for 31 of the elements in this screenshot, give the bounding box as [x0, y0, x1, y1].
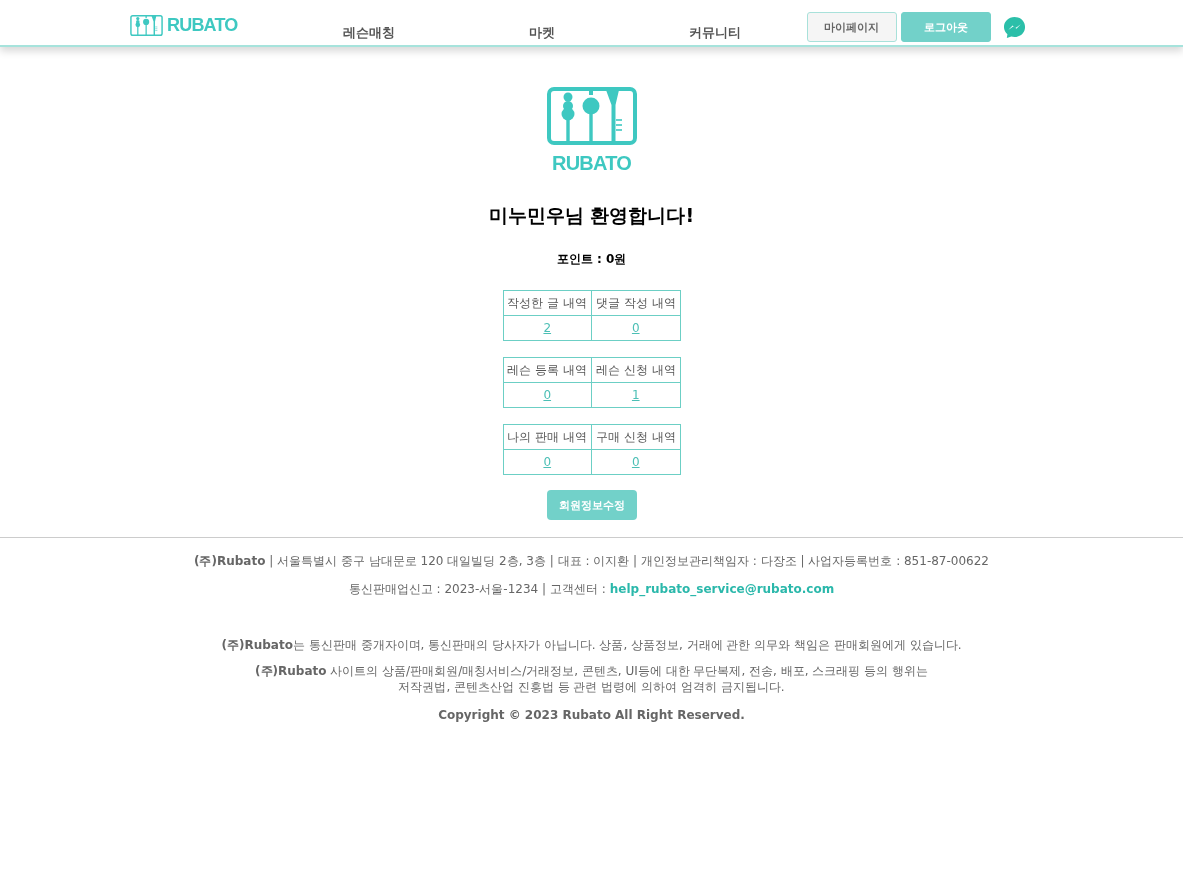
nav-link[interactable]: 마켓 — [455, 25, 629, 41]
copyright-text: Copyright © 2023 Rubato All Right Reserved. — [437, 707, 746, 724]
table-header-cell: 나의 판매 내역 — [503, 424, 592, 450]
logo-text: RUBATO — [167, 15, 238, 35]
notice-text: (주)Rubato는 통신판매 중개자이며, 통신판매의 당사자가 아닙니다. 상품, 상품정보, 거래에 관한 의무와 책임은 판매회원에게 있습니다. — [220, 637, 963, 653]
count-link[interactable]: 1 — [631, 388, 640, 402]
logout-button[interactable]: 로그아웃 — [900, 12, 991, 42]
notice-text: (주)Rubato 사이트의 상품/판매회원/매칭서비스/거래정보, 콘텐츠, UI등에 대한 무단복제, 전송, 배포, 스크래핑 등의 행위는 저작권법, 콘텐츠산업 진흥법 등 관련 법령에 의하여 엄격히 금지됩니다. — [254, 663, 929, 695]
logo-text: RUBATO — [552, 152, 631, 174]
count-link[interactable]: 0 — [631, 321, 640, 335]
table-header-cell: 레슨 신청 내역 — [591, 357, 680, 383]
mypage-button[interactable]: 마이페이지 — [806, 12, 897, 42]
count-link[interactable]: 0 — [543, 455, 552, 469]
edit-profile-button[interactable]: 회원정보수정 — [546, 490, 637, 520]
chat-bubble-icon[interactable] — [1002, 15, 1026, 39]
table-header-cell: 작성한 글 내역 — [503, 290, 592, 316]
logo-icon — [546, 87, 637, 145]
table-header-cell: 구매 신청 내역 — [591, 424, 680, 450]
logo-icon — [130, 14, 163, 36]
count-link[interactable]: 0 — [631, 455, 640, 469]
email-link[interactable]: help_rubato_service@rubato.com — [609, 582, 835, 596]
nav-link[interactable]: 레슨매칭 — [282, 25, 456, 41]
table-header-cell: 레슨 등록 내역 — [503, 357, 592, 383]
contact-info-text: 통신판매업신고 : 2023-서울-1234 | 고객센터 : help_rubato_service@rubato.com — [347, 581, 836, 598]
count-link[interactable]: 2 — [543, 321, 552, 335]
table-header-cell: 댓글 작성 내역 — [591, 290, 680, 316]
company-info-text: (주)Rubato | 서울특별시 중구 남대문로 120 대일빌딩 2층, 3층 | 대표 : 이지환 | 개인정보관리책임자 : 다장조 | 사업자등록번호 : 851-87-00622 — [193, 553, 990, 570]
nav-link[interactable]: 커뮤니티 — [628, 25, 802, 41]
welcome-heading: 미누민우님 환영합니다! — [488, 203, 695, 228]
points-text: 포인트 : 0원 — [556, 251, 627, 267]
count-link[interactable]: 0 — [543, 388, 552, 402]
